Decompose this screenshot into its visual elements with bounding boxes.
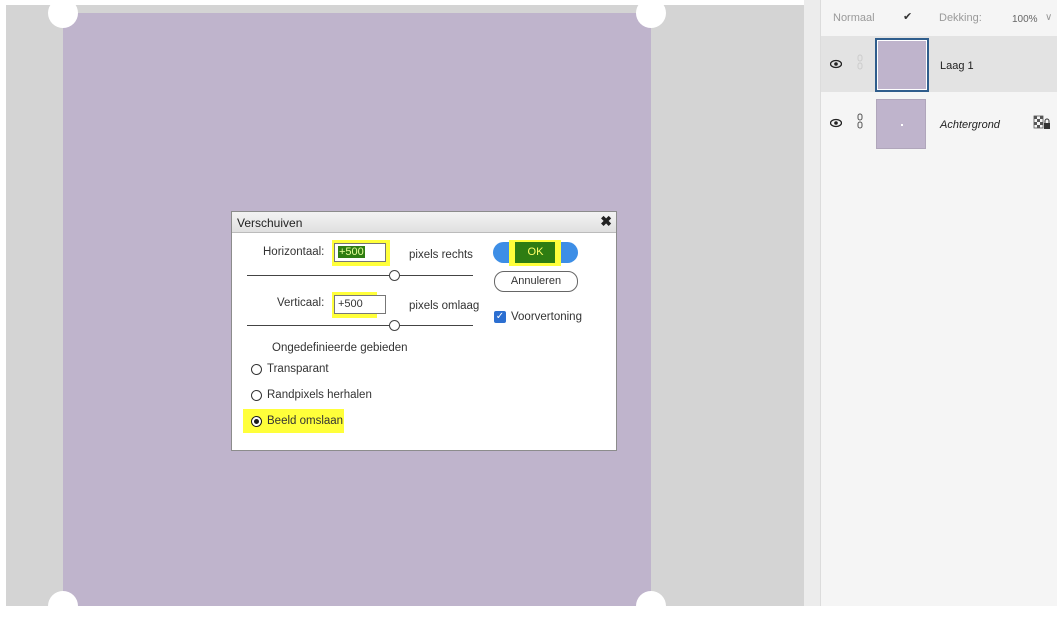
vertical-slider-knob[interactable] — [389, 320, 400, 331]
option-repeat-edge-label[interactable]: Randpixels herhalen — [267, 389, 372, 401]
horizontal-slider-knob[interactable] — [389, 270, 400, 281]
opacity-value[interactable]: 100% — [1012, 14, 1038, 25]
radio-repeat-edge-pixels[interactable] — [251, 390, 262, 401]
blend-mode-select[interactable]: Normaal — [833, 12, 875, 24]
option-wrap-around-label[interactable]: Beeld omslaan — [267, 415, 343, 427]
preview-checkbox[interactable]: ✓ — [494, 311, 506, 323]
horizontal-value: +500 — [338, 246, 365, 258]
horizontal-slider-track[interactable] — [247, 275, 473, 276]
layers-panel-header: Normaal ✔ Dekking: 100% ∨ — [821, 0, 1057, 36]
vertical-unit: pixels omlaag — [409, 300, 480, 312]
layer-thumbnail[interactable] — [875, 38, 929, 92]
layer-name[interactable]: Achtergrond — [940, 119, 1000, 131]
layer-name[interactable]: Laag 1 — [940, 60, 974, 72]
chevron-down-icon[interactable]: ✔ — [903, 10, 912, 23]
panel-divider — [804, 0, 820, 606]
vertical-input[interactable]: +500 — [334, 295, 386, 314]
ok-label: OK — [527, 246, 544, 258]
link-icon[interactable] — [855, 113, 865, 129]
opacity-label: Dekking: — [939, 12, 982, 24]
link-icon[interactable] — [855, 54, 865, 70]
ok-button[interactable]: OK — [493, 240, 578, 266]
dialog-titlebar[interactable]: Verschuiven ✖ — [232, 212, 616, 233]
layer-thumbnail[interactable] — [876, 99, 926, 149]
option-transparent-label[interactable]: Transparant — [267, 363, 329, 375]
offset-dialog: Verschuiven ✖ Horizontaal: +500 pixels r… — [231, 211, 617, 451]
transparency-lock-icon[interactable] — [1033, 115, 1051, 131]
chevron-down-icon[interactable]: ∨ — [1045, 12, 1052, 23]
radio-transparent[interactable] — [251, 364, 262, 375]
cancel-button[interactable]: Annuleren — [494, 271, 578, 292]
horizontal-input[interactable]: +500 — [334, 243, 386, 262]
horizontal-label: Horizontaal: — [263, 246, 325, 258]
undefined-areas-heading: Ongedefinieerde gebieden — [272, 342, 408, 354]
eye-icon[interactable] — [830, 58, 842, 70]
eye-icon[interactable] — [830, 117, 842, 129]
thumbnail-dot — [901, 124, 903, 126]
close-icon[interactable]: ✖ — [600, 213, 612, 230]
wrapped-corner-top-right — [636, 0, 666, 28]
wrapped-corner-bottom-left — [48, 591, 78, 621]
dialog-title: Verschuiven — [237, 216, 303, 230]
horizontal-unit: pixels rechts — [409, 249, 473, 261]
layer-row-achtergrond[interactable]: Achtergrond — [821, 95, 1057, 151]
vertical-slider-track[interactable] — [247, 325, 473, 326]
wrapped-corner-bottom-right — [636, 591, 666, 621]
layers-panel: Normaal ✔ Dekking: 100% ∨ Laag 1 Achterg… — [820, 0, 1057, 606]
vertical-label: Verticaal: — [277, 297, 325, 309]
vertical-value: +500 — [338, 298, 363, 310]
radio-wrap-around[interactable] — [251, 416, 262, 427]
wrapped-corner-top-left — [48, 0, 78, 28]
layer-row-laag-1[interactable]: Laag 1 — [821, 36, 1057, 92]
preview-label[interactable]: Voorvertoning — [511, 311, 582, 323]
